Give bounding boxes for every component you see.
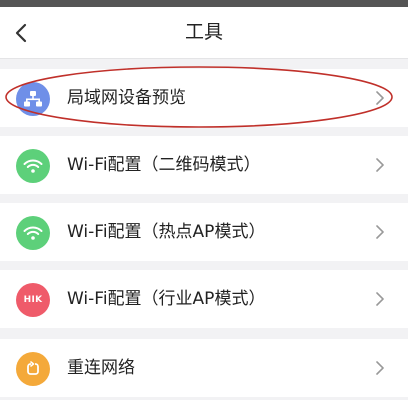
list-item-wifi-industry-ap[interactable]: HIK Wi-Fi配置（行业AP模式） bbox=[0, 270, 408, 328]
status-bar-strip bbox=[0, 0, 408, 7]
chevron-right-icon bbox=[376, 225, 384, 239]
hik-icon: HIK bbox=[16, 283, 50, 317]
list-item-wifi-qr[interactable]: Wi-Fi配置（二维码模式） bbox=[0, 136, 408, 194]
list-item-label: Wi-Fi配置（热点AP模式） bbox=[67, 222, 266, 242]
chevron-right-icon bbox=[376, 361, 384, 375]
list-item-wifi-hotspot-ap[interactable]: Wi-Fi配置（热点AP模式） bbox=[0, 203, 408, 261]
list-item-label: 局域网设备预览 bbox=[67, 88, 186, 108]
list-item-lan-preview[interactable]: 局域网设备预览 bbox=[0, 69, 408, 127]
wifi-icon bbox=[16, 149, 50, 183]
list-item-label: 重连网络 bbox=[67, 358, 135, 378]
list-item-label: Wi-Fi配置（行业AP模式） bbox=[67, 289, 266, 309]
lan-device-icon bbox=[16, 82, 50, 116]
chevron-right-icon bbox=[376, 158, 384, 172]
chevron-right-icon bbox=[376, 292, 384, 306]
reconnect-icon bbox=[16, 352, 50, 386]
page-title: 工具 bbox=[184, 21, 223, 43]
app-header: 工具 bbox=[0, 7, 408, 59]
wifi-icon bbox=[16, 216, 50, 250]
chevron-right-icon bbox=[376, 91, 384, 105]
list-item-label: Wi-Fi配置（二维码模式） bbox=[67, 155, 261, 175]
hik-icon-text: HIK bbox=[23, 295, 43, 305]
list-item-reconnect[interactable]: 重连网络 bbox=[0, 339, 408, 397]
